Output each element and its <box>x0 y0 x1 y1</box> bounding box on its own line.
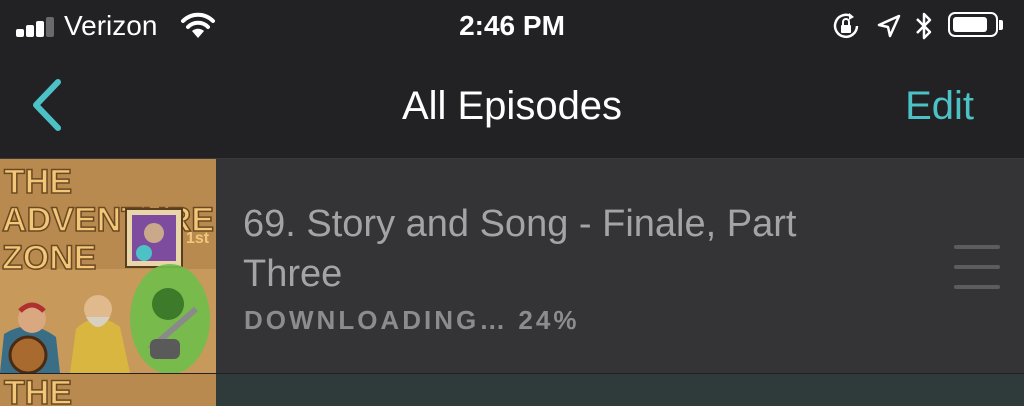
episode-artwork: THE <box>0 374 216 406</box>
download-status: DOWNLOADING… 24% <box>244 305 580 335</box>
episode-title: 69. Story and Song - Finale, Part Three <box>243 203 797 295</box>
page-title: All Episodes <box>401 84 623 128</box>
episode-artwork: THE ADVENTURE ZONE 1st <box>0 159 216 373</box>
battery-icon <box>948 12 1006 39</box>
bluetooth-icon <box>916 12 932 40</box>
location-icon <box>877 14 901 38</box>
list-item[interactable]: THE ADVENTURE ZONE 1st 69. Story and Son… <box>0 159 1024 373</box>
list-item[interactable]: THE <box>0 374 1024 406</box>
artwork-badge: 1st <box>186 230 210 247</box>
nav-bar: All Episodes Edit <box>0 54 1024 159</box>
status-time: 2:46 PM <box>459 10 565 41</box>
status-bar: Verizon 2:46 PM <box>0 0 1024 54</box>
artwork-title-line-3: ZONE <box>2 239 96 277</box>
artwork-title-line-1: THE <box>4 163 72 201</box>
orientation-lock-icon <box>833 13 859 39</box>
edit-button[interactable]: Edit <box>905 82 974 130</box>
reorder-handle-icon[interactable] <box>954 245 1000 289</box>
artwork-title-line-1: THE <box>4 374 72 406</box>
